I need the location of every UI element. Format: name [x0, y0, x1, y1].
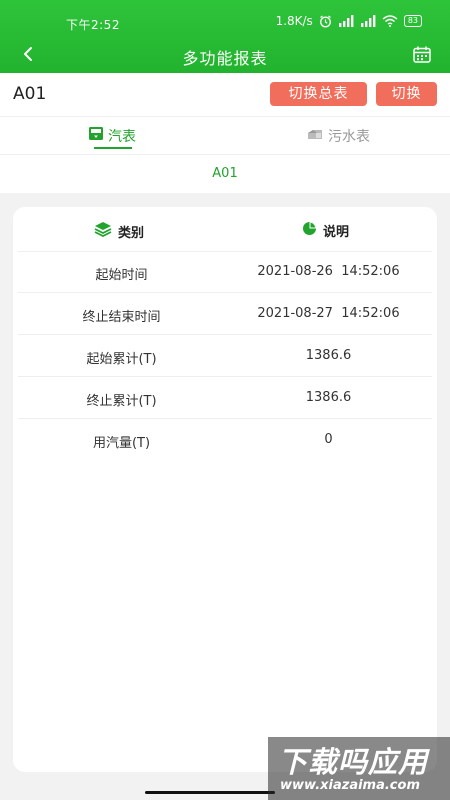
- battery-level: 83: [407, 16, 418, 25]
- station-subtitle: A01: [212, 166, 238, 181]
- meter-tabs: 汽表 污水表: [0, 117, 450, 155]
- meter-icon: [88, 126, 104, 145]
- status-icons: 1.8K/s 83: [276, 14, 422, 28]
- tab-steam-label: 汽表: [108, 128, 136, 145]
- battery-icon: 83: [403, 15, 422, 27]
- row-value: 2021-08-26 14:52:06: [257, 264, 400, 279]
- row-label: 终止结束时间: [82, 310, 161, 325]
- signal-icon: [360, 15, 376, 27]
- app-header: 下午2:52 1.8K/s 83 多功能报表: [0, 0, 450, 73]
- watermark-title: 下载吗应用: [278, 745, 429, 779]
- layers-icon: [94, 221, 112, 241]
- watermark-url: www.xiazaima.com: [280, 778, 420, 793]
- row-value: 1386.6: [305, 348, 352, 363]
- row-value: 0: [324, 432, 333, 447]
- pie-chart-icon: [302, 221, 317, 240]
- row-value: 2021-08-27 14:52:06: [257, 306, 400, 321]
- table-row: 起始累计(T) 1386.6: [18, 335, 432, 377]
- alarm-icon: [319, 15, 332, 28]
- network-speed: 1.8K/s: [275, 14, 313, 28]
- table-row: 用汽量(T) 0: [18, 419, 432, 460]
- status-bar: 下午2:52 1.8K/s 83: [0, 0, 450, 38]
- page-title: 多功能报表: [182, 49, 268, 68]
- table-row: 终止结束时间 2021-08-27 14:52:06: [18, 293, 432, 335]
- row-label: 终止累计(T): [86, 394, 157, 409]
- tab-sewage-meter[interactable]: 污水表: [306, 117, 370, 154]
- header-description-label: 说明: [323, 225, 350, 240]
- nav-bar: 多功能报表: [0, 38, 450, 73]
- switch-button[interactable]: 切换: [376, 82, 437, 106]
- table-row: 终止累计(T) 1386.6: [18, 377, 432, 419]
- report-card: 类别 说明 起始时间 2021-08-26 14:52:06 终止结束时间 20…: [13, 207, 437, 772]
- wifi-icon: [382, 15, 398, 27]
- row-label: 起始累计(T): [86, 352, 157, 367]
- row-value: 1386.6: [305, 390, 352, 405]
- subtitle-row: A01: [0, 155, 450, 193]
- calendar-icon: [413, 46, 431, 67]
- table-row: 起始时间 2021-08-26 14:52:06: [18, 251, 432, 293]
- status-time: 下午2:52: [66, 18, 120, 32]
- station-row: A01 切换总表 切换: [0, 73, 450, 117]
- switch-total-button[interactable]: 切换总表: [270, 82, 367, 106]
- station-name: A01: [13, 84, 47, 104]
- signal-icon: [338, 15, 354, 27]
- tab-active-indicator: [94, 147, 132, 149]
- header-category: 类别: [94, 221, 144, 241]
- row-label: 起始时间: [95, 268, 148, 283]
- header-category-label: 类别: [118, 225, 145, 241]
- row-label: 用汽量(T): [92, 436, 151, 451]
- header-description: 说明: [302, 221, 349, 240]
- home-indicator[interactable]: [145, 791, 275, 794]
- calendar-button[interactable]: [410, 44, 434, 68]
- tab-sewage-label: 污水表: [328, 128, 370, 145]
- table-header: 类别 说明: [18, 207, 432, 252]
- watermark: 下载吗应用 www.xiazaima.com: [268, 737, 450, 800]
- meter-icon: [306, 127, 324, 145]
